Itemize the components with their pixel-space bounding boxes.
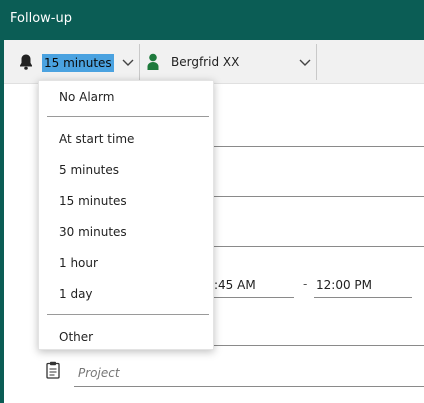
menu-item-1-day[interactable]: 1 day: [59, 287, 93, 301]
window-title: Follow-up: [10, 11, 72, 26]
start-time-value[interactable]: :45 AM: [214, 278, 256, 292]
left-accent-strip: [0, 40, 4, 403]
menu-separator: [47, 116, 209, 117]
project-underline: [74, 386, 424, 387]
menu-item-15-minutes[interactable]: 15 minutes: [59, 194, 127, 208]
menu-item-at-start-time[interactable]: At start time: [59, 132, 134, 146]
end-time-value[interactable]: 12:00 PM: [316, 278, 372, 292]
owner-select-value[interactable]: Bergfrid XX: [171, 55, 239, 69]
menu-item-no-alarm[interactable]: No Alarm: [59, 90, 114, 104]
menu-item-5-minutes[interactable]: 5 minutes: [59, 163, 119, 177]
menu-item-1-hour[interactable]: 1 hour: [59, 256, 98, 270]
time-separator: -: [303, 277, 308, 291]
project-field[interactable]: Project: [78, 366, 120, 380]
end-time-underline: [314, 297, 412, 298]
toolbar: 15 minutes Bergfrid XX: [4, 40, 424, 84]
chevron-down-icon[interactable]: [122, 58, 134, 68]
menu-item-30-minutes[interactable]: 30 minutes: [59, 225, 127, 239]
field-underline[interactable]: [214, 246, 424, 247]
chevron-down-icon[interactable]: [299, 58, 311, 68]
toolbar-divider: [316, 44, 317, 80]
toolbar-divider: [139, 44, 140, 80]
field-underline[interactable]: [214, 345, 424, 346]
title-bar: Follow-up: [0, 0, 424, 40]
field-underline[interactable]: [214, 196, 424, 197]
alarm-dropdown-menu: No Alarm At start time 5 minutes 15 minu…: [38, 80, 214, 350]
person-icon: [147, 53, 159, 70]
field-underline[interactable]: [214, 146, 424, 147]
clipboard-icon: [46, 361, 60, 379]
menu-item-other[interactable]: Other: [59, 330, 93, 344]
alarm-select-value[interactable]: 15 minutes: [42, 54, 114, 72]
bell-icon: [20, 54, 32, 70]
start-time-underline: [214, 297, 294, 298]
menu-separator: [47, 314, 209, 315]
